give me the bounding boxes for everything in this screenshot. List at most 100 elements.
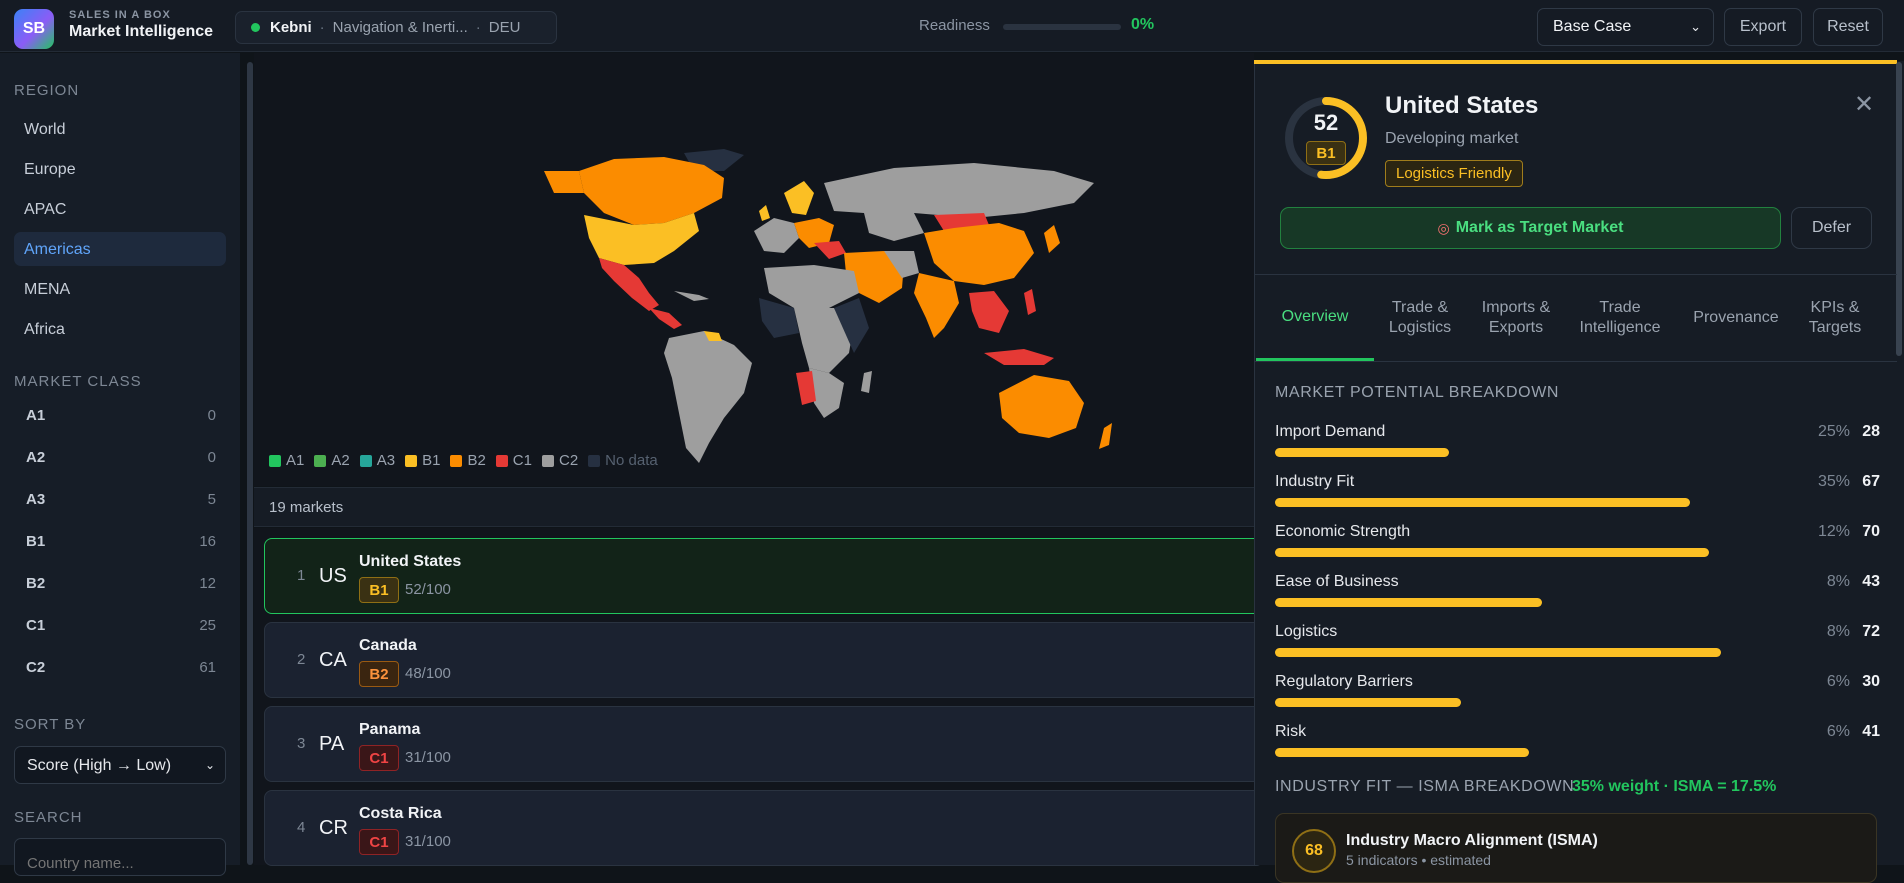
isma-sub: 5 indicators • estimated (1346, 852, 1491, 868)
market-row-cr[interactable]: 4 CR Costa Rica C1 31/100 (264, 790, 1264, 866)
map-country-philippines (1024, 289, 1036, 315)
legend-label: A3 (376, 452, 396, 469)
legend-label: A2 (331, 452, 350, 469)
region-item-apac[interactable]: APAC (14, 192, 226, 226)
market-row-ca[interactable]: 2 CA Canada B2 48/100 (264, 622, 1264, 698)
search-input[interactable] (14, 838, 226, 876)
metric-bar (1275, 698, 1810, 707)
metric-label: Import Demand (1275, 423, 1386, 440)
class-key: B2 (26, 575, 46, 592)
metric-label: Economic Strength (1275, 523, 1411, 540)
company-country: DEU (488, 19, 521, 36)
metric-row: Logistics 8% 72 (1275, 623, 1880, 663)
breakdown-title: MARKET POTENTIAL BREAKDOWN (1275, 384, 1560, 401)
legend-label: B2 (467, 452, 486, 469)
separator-dot: · (475, 19, 481, 36)
tag-badge: Logistics Friendly (1385, 160, 1523, 187)
region-item-mena[interactable]: MENA (14, 272, 226, 306)
metric-label: Ease of Business (1275, 573, 1399, 590)
chevron-down-icon: ⌄ (1690, 19, 1701, 34)
class-filter-c1[interactable]: C1 25 (14, 611, 226, 641)
mark-target-button[interactable]: ◎ Mark as Target Market (1280, 207, 1781, 249)
app-logo: SB (14, 9, 54, 49)
legend-label: B1 (422, 452, 441, 469)
class-filter-b1[interactable]: B1 16 (14, 527, 226, 557)
metric-row: Economic Strength 12% 70 (1275, 523, 1880, 563)
legend-swatch (495, 454, 508, 467)
metric-score: 28 (1862, 423, 1880, 440)
defer-button[interactable]: Defer (1791, 207, 1872, 249)
metric-bar-fill (1275, 698, 1461, 707)
map-country-kazakhstan (864, 213, 924, 241)
close-icon[interactable]: ✕ (1854, 90, 1874, 119)
readiness-label: Readiness (919, 17, 990, 34)
class-filter-b2[interactable]: B2 12 (14, 569, 226, 599)
metric-bar (1275, 648, 1810, 657)
map-country-central-america (649, 308, 682, 329)
row-rank: 1 (297, 567, 306, 584)
sort-select[interactable]: Score (High → Low) ⌄ (14, 746, 226, 784)
legend-item: C2 (541, 452, 579, 469)
map-legend: A1 A2 A3 B1 B2 C1 C2 No data (269, 452, 658, 469)
map-country-scandinavia (784, 181, 814, 215)
region-item-africa[interactable]: Africa (14, 312, 226, 346)
row-score: 31/100 (405, 749, 451, 766)
class-badge: C1 (359, 829, 399, 855)
sort-value: Score (High → Low) (27, 757, 172, 774)
sidebar-scrollbar[interactable] (247, 62, 253, 865)
scenario-select[interactable]: Base Case ⌄ (1537, 8, 1714, 46)
class-count: 16 (199, 533, 216, 550)
metric-bar-fill (1275, 648, 1722, 657)
reset-button[interactable]: Reset (1813, 8, 1883, 46)
class-filter-a2[interactable]: A2 0 (14, 443, 226, 473)
row-score: 48/100 (405, 665, 451, 682)
metric-weight: 6% (1826, 723, 1850, 740)
sidebar: REGION World Europe APAC Americas MENA A… (0, 53, 240, 876)
class-filter-a1[interactable]: A1 0 (14, 401, 226, 431)
legend-item: A3 (359, 452, 396, 469)
row-rank: 4 (297, 819, 306, 836)
legend-label: C1 (512, 452, 532, 469)
isma-title: INDUSTRY FIT — ISMA BREAKDOWN (1275, 778, 1575, 795)
metric-row: Regulatory Barriers 6% 30 (1275, 673, 1880, 713)
sort-by-label: SORT BY (14, 716, 87, 733)
metric-score: 41 (1862, 723, 1880, 740)
map-country-southeast-asia (969, 291, 1009, 333)
tab-trade-intelligence[interactable]: Trade Intelligence (1570, 275, 1670, 361)
market-row-us[interactable]: 1 US United States B1 52/100 (264, 538, 1264, 614)
metric-score: 43 (1862, 573, 1880, 590)
tab-trade-logistics[interactable]: Trade & Logistics (1378, 275, 1462, 361)
row-code: US (319, 565, 347, 587)
region-item-world[interactable]: World (14, 112, 226, 146)
legend-label: C2 (558, 452, 579, 469)
legend-swatch (359, 454, 372, 467)
market-type: Developing market (1385, 130, 1519, 147)
region-item-americas[interactable]: Americas (14, 232, 226, 266)
panel-scrollbar[interactable] (1896, 62, 1902, 356)
tab-overview[interactable]: Overview (1256, 275, 1374, 361)
class-filter-a3[interactable]: A3 5 (14, 485, 226, 515)
company-selector[interactable]: Kebni · Navigation & Inerti... · DEU (235, 11, 557, 44)
map-country-europe-west (754, 218, 799, 253)
row-name: Canada (359, 637, 417, 654)
tab-provenance[interactable]: Provenance (1686, 275, 1786, 361)
tab-imports-exports[interactable]: Imports & Exports (1480, 275, 1552, 361)
metric-bar-fill (1275, 598, 1542, 607)
export-button[interactable]: Export (1724, 8, 1802, 46)
region-label: REGION (14, 82, 80, 99)
class-filter-c2[interactable]: C2 61 (14, 653, 226, 683)
metric-score: 30 (1862, 673, 1880, 690)
market-row-pa[interactable]: 3 PA Panama C1 31/100 (264, 706, 1264, 782)
region-item-europe[interactable]: Europe (14, 152, 226, 186)
class-key: A3 (26, 491, 46, 508)
map-country-balkans (814, 241, 846, 259)
metric-weight: 35% (1817, 473, 1850, 490)
world-map[interactable]: A1 A2 A3 B1 B2 C1 C2 No data (254, 53, 1254, 486)
search-label: SEARCH (14, 809, 83, 826)
class-key: C1 (26, 617, 46, 634)
metric-weight: 8% (1826, 623, 1850, 640)
map-country-mexico (599, 258, 659, 311)
metric-weight: 12% (1817, 523, 1850, 540)
metric-weight: 8% (1826, 573, 1850, 590)
tab-kpis-targets[interactable]: KPIs & Targets (1800, 275, 1870, 361)
